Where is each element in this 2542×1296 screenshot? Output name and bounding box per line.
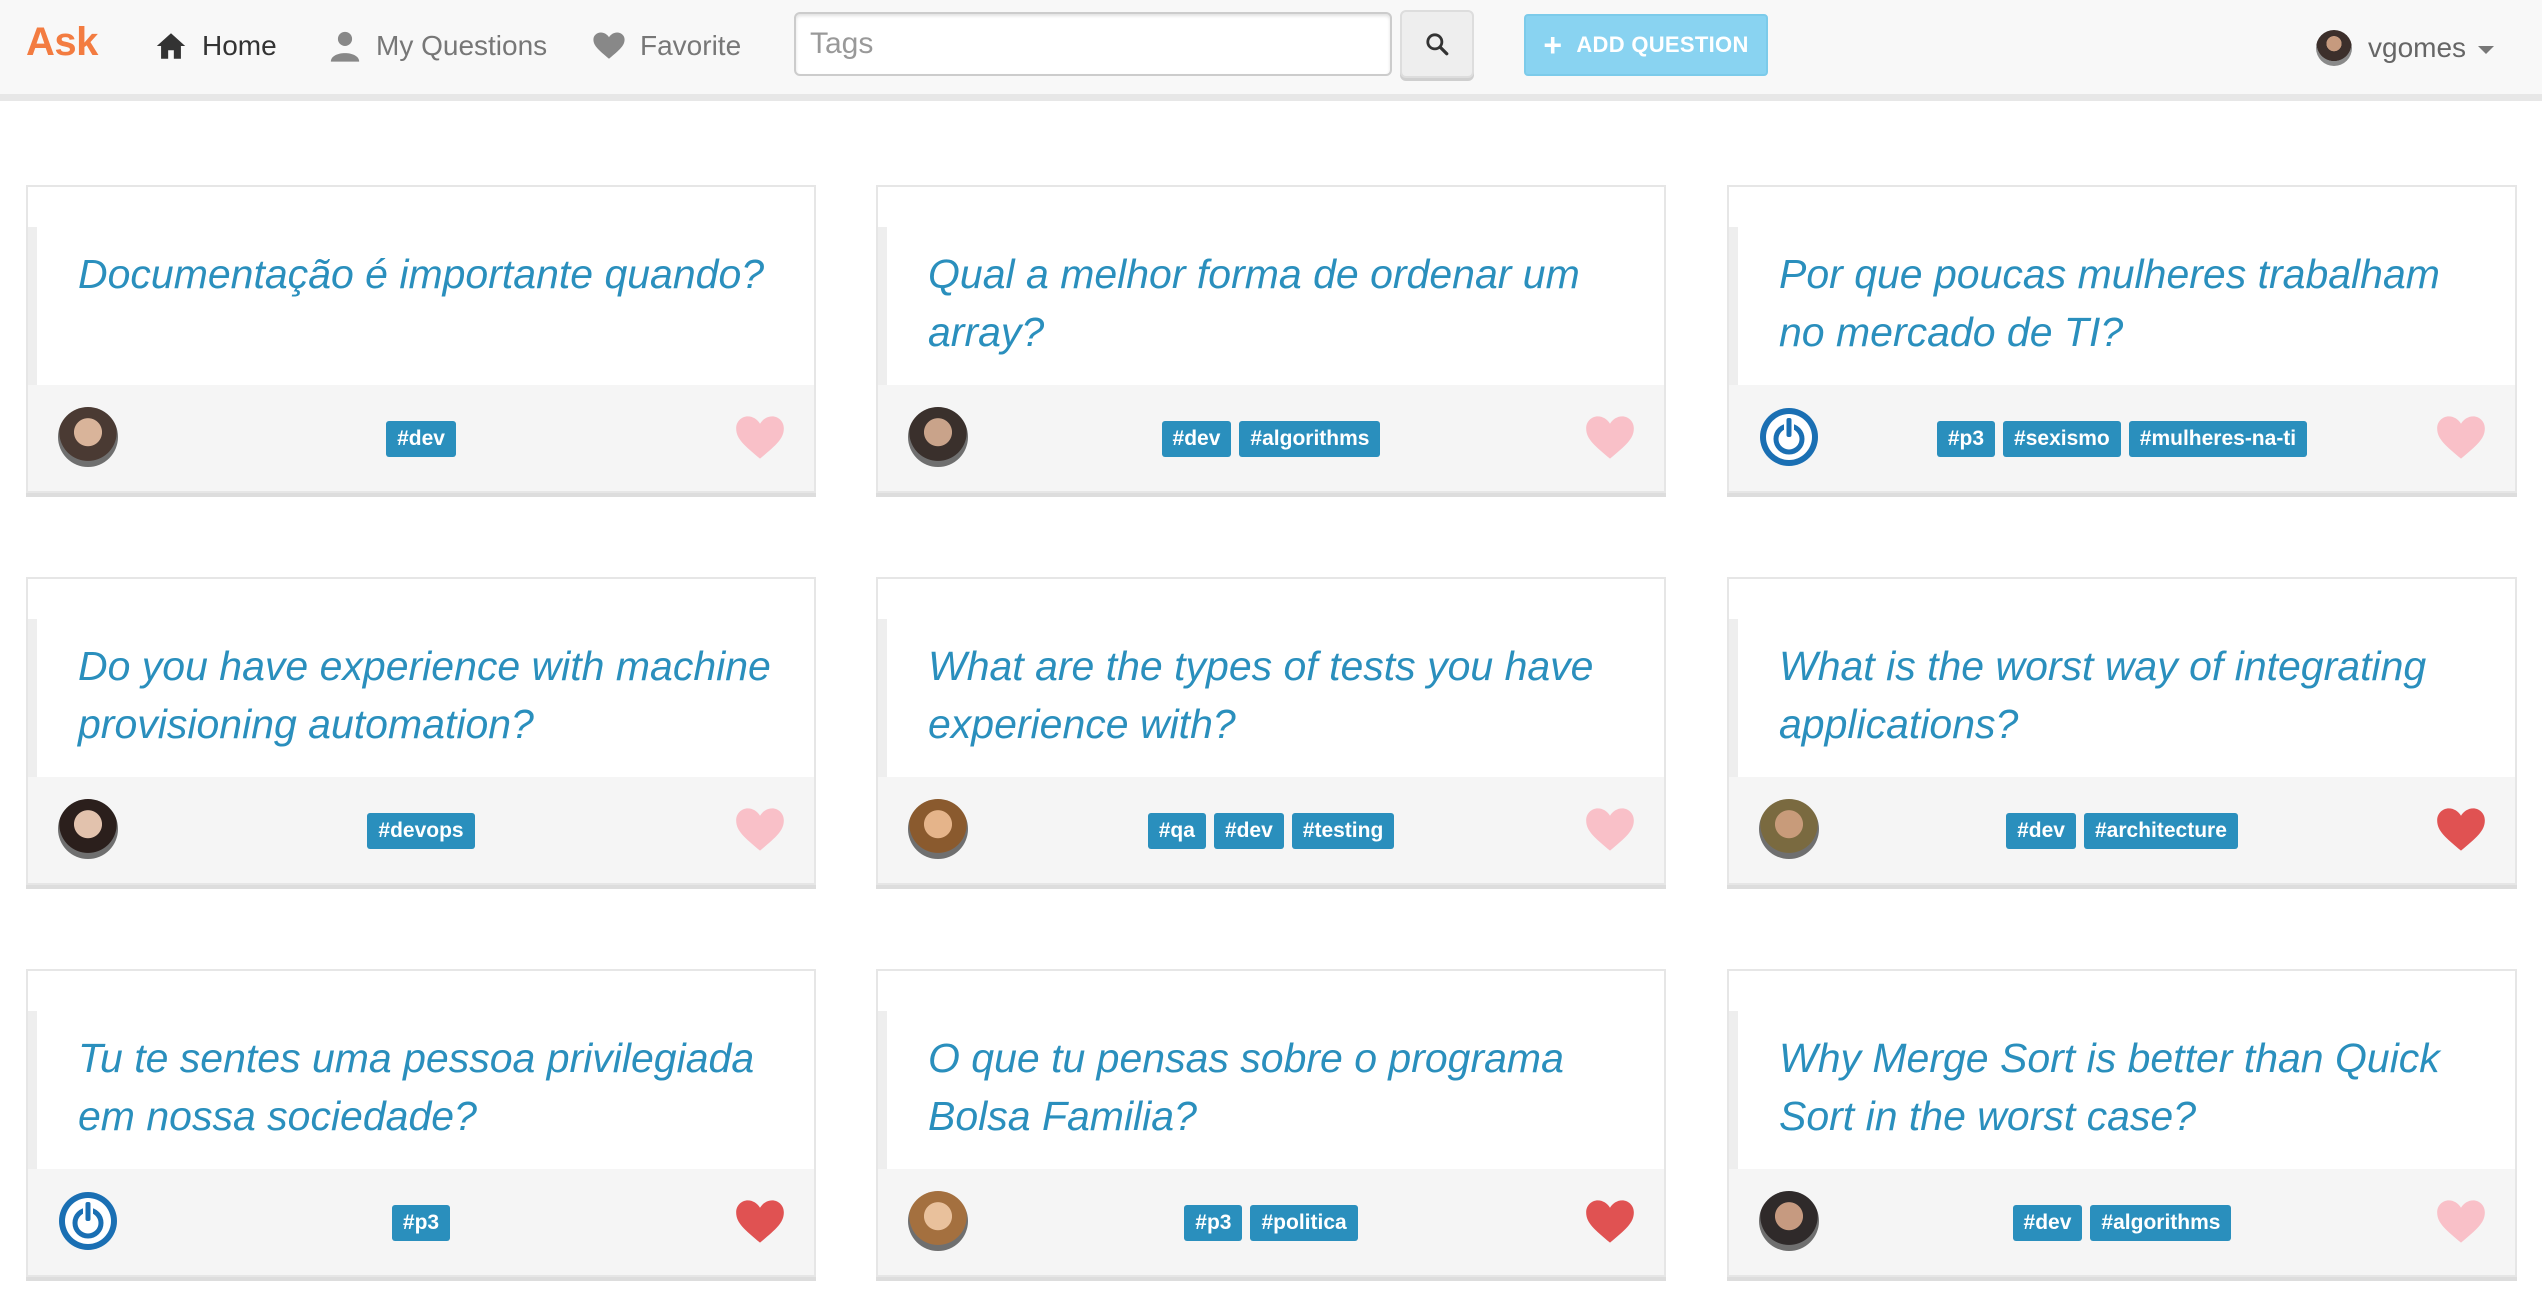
add-question-label: ADD QUESTION	[1576, 32, 1749, 57]
question-card[interactable]: What are the types of tests you have exp…	[876, 577, 1666, 885]
nav-home[interactable]: Home	[154, 26, 277, 66]
tag-badge[interactable]: #dev	[2006, 813, 2076, 849]
quote-bar	[878, 227, 887, 385]
question-title[interactable]: What are the types of tests you have exp…	[928, 637, 1638, 753]
card-footer: #dev	[28, 385, 814, 491]
quote-bar	[28, 227, 37, 385]
tag-list: #devops	[28, 813, 814, 849]
tag-badge[interactable]: #testing	[1291, 813, 1395, 849]
tag-list: #dev #algorithms	[1729, 1205, 2515, 1241]
tag-list: #p3 #politica	[878, 1205, 1664, 1241]
card-footer: #dev #architecture	[1729, 777, 2515, 883]
tag-badge[interactable]: #politica	[1250, 1205, 1358, 1241]
question-title[interactable]: Why Merge Sort is better than Quick Sort…	[1779, 1029, 2489, 1145]
chevron-down-icon	[2478, 46, 2495, 54]
favorite-heart-icon[interactable]	[2435, 413, 2487, 461]
quote-bar	[28, 1011, 37, 1169]
tag-list: #p3	[28, 1205, 814, 1241]
favorite-heart-icon[interactable]	[734, 1197, 786, 1245]
question-card[interactable]: O que tu pensas sobre o programa Bolsa F…	[876, 969, 1666, 1277]
quote-bar	[1729, 1011, 1738, 1169]
heart-icon	[593, 32, 625, 59]
tag-badge[interactable]: #dev	[1213, 813, 1284, 849]
quote-bar	[878, 619, 887, 777]
favorite-heart-icon[interactable]	[1584, 413, 1636, 461]
question-card[interactable]: Do you have experience with machine prov…	[26, 577, 816, 885]
nav-my-questions[interactable]: My Questions	[328, 26, 547, 66]
quote-bar	[1729, 227, 1738, 385]
nav-home-label: Home	[202, 30, 277, 61]
question-card[interactable]: Why Merge Sort is better than Quick Sort…	[1727, 969, 2517, 1277]
favorite-heart-icon[interactable]	[1584, 1197, 1636, 1245]
tag-list: #qa #dev #testing	[878, 813, 1664, 849]
plus-icon: +	[1543, 27, 1563, 63]
card-footer: #devops	[28, 777, 814, 883]
user-menu[interactable]: vgomes	[2316, 26, 2495, 70]
tag-badge[interactable]: #mulheres-na-ti	[2128, 421, 2308, 457]
card-footer: #dev #algorithms	[878, 385, 1664, 491]
tag-badge[interactable]: #p3	[1936, 421, 1996, 457]
quote-bar	[28, 619, 37, 777]
question-card[interactable]: What is the worst way of integrating app…	[1727, 577, 2517, 885]
navbar: Ask Home My Questions Favorite + ADD QUE…	[0, 0, 2542, 101]
quote-bar	[878, 1011, 887, 1169]
search-icon	[1426, 33, 1449, 56]
question-title[interactable]: What is the worst way of integrating app…	[1779, 637, 2489, 753]
favorite-heart-icon[interactable]	[734, 805, 786, 853]
user-icon	[330, 31, 360, 62]
tags-search-input[interactable]	[794, 12, 1392, 76]
tag-badge[interactable]: #sexismo	[2003, 421, 2121, 457]
tag-list: #dev #algorithms	[878, 421, 1664, 457]
tag-badge[interactable]: #dev	[386, 421, 456, 457]
tag-list: #dev #architecture	[1729, 813, 2515, 849]
tag-list: #dev	[28, 421, 814, 457]
tag-badge[interactable]: #dev	[2012, 1205, 2083, 1241]
tag-badge[interactable]: #dev	[1161, 421, 1232, 457]
favorite-heart-icon[interactable]	[2435, 805, 2487, 853]
question-card[interactable]: Tu te sentes uma pessoa privilegiada em …	[26, 969, 816, 1277]
card-footer: #qa #dev #testing	[878, 777, 1664, 883]
question-card[interactable]: Documentação é importante quando? #dev	[26, 185, 816, 493]
card-footer: #p3 #sexismo #mulheres-na-ti	[1729, 385, 2515, 491]
favorite-heart-icon[interactable]	[2435, 1197, 2487, 1245]
tag-badge[interactable]: #p3	[1184, 1205, 1243, 1241]
brand-logo[interactable]: Ask	[26, 20, 98, 65]
tag-list: #p3 #sexismo #mulheres-na-ti	[1729, 421, 2515, 457]
nav-favorite-label: Favorite	[640, 30, 742, 61]
card-footer: #p3 #politica	[878, 1169, 1664, 1275]
question-title[interactable]: Documentação é importante quando?	[78, 245, 788, 303]
tag-badge[interactable]: #architecture	[2083, 813, 2238, 849]
card-footer: #dev #algorithms	[1729, 1169, 2515, 1275]
add-question-button[interactable]: + ADD QUESTION	[1524, 14, 1768, 76]
quote-bar	[1729, 619, 1738, 777]
question-card[interactable]: Por que poucas mulheres trabalham no mer…	[1727, 185, 2517, 493]
nav-favorite[interactable]: Favorite	[592, 26, 741, 66]
nav-my-questions-label: My Questions	[376, 30, 548, 61]
question-title[interactable]: Qual a melhor forma de ordenar um array?	[928, 245, 1638, 361]
tag-badge[interactable]: #p3	[391, 1205, 451, 1241]
question-title[interactable]: Tu te sentes uma pessoa privilegiada em …	[78, 1029, 788, 1145]
tag-badge[interactable]: #algorithms	[1239, 421, 1381, 457]
user-avatar	[2316, 30, 2352, 66]
question-card[interactable]: Qual a melhor forma de ordenar um array?…	[876, 185, 1666, 493]
tag-badge[interactable]: #qa	[1147, 813, 1206, 849]
user-name: vgomes	[2368, 32, 2467, 63]
question-title[interactable]: O que tu pensas sobre o programa Bolsa F…	[928, 1029, 1638, 1145]
tag-badge[interactable]: #algorithms	[2090, 1205, 2232, 1241]
favorite-heart-icon[interactable]	[1584, 805, 1636, 853]
question-title[interactable]: Por que poucas mulheres trabalham no mer…	[1779, 245, 2489, 361]
favorite-heart-icon[interactable]	[734, 413, 786, 461]
card-footer: #p3	[28, 1169, 814, 1275]
search-button[interactable]	[1400, 10, 1474, 78]
home-icon	[156, 33, 186, 59]
question-title[interactable]: Do you have experience with machine prov…	[78, 637, 788, 753]
tag-badge[interactable]: #devops	[367, 813, 475, 849]
